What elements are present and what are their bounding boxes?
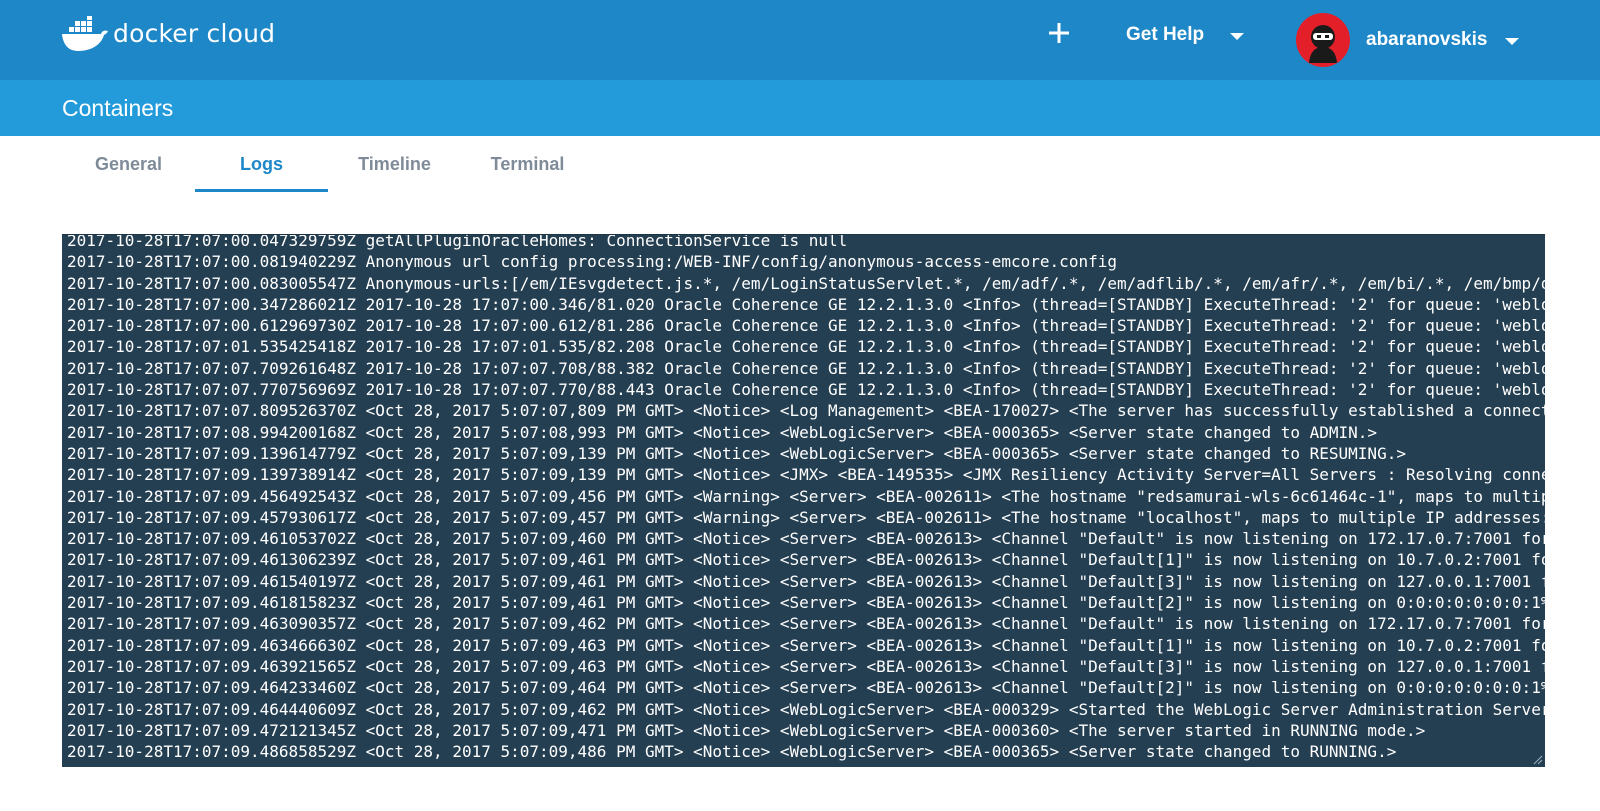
avatar [1296,13,1350,67]
log-line: 2017-10-28T17:07:09.461815823Z <Oct 28, … [67,593,1545,613]
log-line: 2017-10-28T17:07:09.461540197Z <Oct 28, … [67,571,1545,591]
log-line: 2017-10-28T17:07:08.994200168Z <Oct 28, … [67,422,1378,442]
username-label: abaranovskis [1366,29,1488,50]
log-line: 2017-10-28T17:07:07.770756969Z 2017-10-2… [67,380,1545,400]
page-title: Containers [62,95,174,121]
create-button[interactable] [1046,20,1072,46]
docker-cloud-logo[interactable]: docker cloud [61,14,275,54]
log-line: 2017-10-28T17:07:09.464233460Z <Oct 28, … [67,678,1545,698]
brand-name: docker cloud [113,19,276,48]
log-line: 2017-10-28T17:07:09.461306239Z <Oct 28, … [67,550,1545,570]
chevron-down-icon [1230,32,1245,40]
log-line: 2017-10-28T17:07:09.139614779Z <Oct 28, … [67,443,1406,463]
log-line: 2017-10-28T17:07:09.139738914Z <Oct 28, … [67,465,1545,485]
user-menu[interactable]: abaranovskis [1296,13,1520,67]
docker-whale-icon [62,16,108,51]
tab-logs[interactable]: Logs [195,136,328,192]
log-line: 2017-10-28T17:07:00.047329759Z getAllPlu… [67,234,848,250]
log-line: 2017-10-28T17:07:09.457930617Z <Oct 28, … [67,507,1545,527]
tab-terminal[interactable]: Terminal [461,136,594,192]
container-tabs: General Logs Timeline Terminal [62,136,594,192]
resize-handle-icon[interactable] [1531,753,1543,765]
log-line: 2017-10-28T17:07:09.456492543Z <Oct 28, … [67,486,1545,506]
get-help-label: Get Help [1126,24,1205,45]
log-line: 2017-10-28T17:07:09.463090357Z <Oct 28, … [67,614,1545,634]
top-navbar: docker cloud Get Help abaranovskis [0,0,1600,80]
plus-icon [1049,23,1069,43]
page-header: Containers [0,80,1600,136]
log-line: 2017-10-28T17:07:09.463921565Z <Oct 28, … [67,656,1545,676]
get-help-menu[interactable]: Get Help [1126,18,1245,52]
log-line: 2017-10-28T17:07:00.083005547Z Anonymous… [67,273,1545,293]
chevron-down-icon [1505,37,1520,45]
log-line: 2017-10-28T17:07:00.081940229Z Anonymous… [67,252,1117,272]
log-line: 2017-10-28T17:07:09.464440609Z <Oct 28, … [67,699,1545,719]
log-lines: 2017-10-28T17:07:00.047329759Z getAllPlu… [67,234,1545,762]
log-line: 2017-10-28T17:07:09.486858529Z <Oct 28, … [67,742,1397,762]
tab-general[interactable]: General [62,136,195,192]
log-console[interactable]: 2017-10-28T17:07:00.047329759Z getAllPlu… [62,234,1545,767]
tab-timeline[interactable]: Timeline [328,136,461,192]
log-line: 2017-10-28T17:07:00.612969730Z 2017-10-2… [67,316,1545,336]
log-line: 2017-10-28T17:07:00.347286021Z 2017-10-2… [67,294,1545,314]
log-line: 2017-10-28T17:07:09.461053702Z <Oct 28, … [67,529,1545,549]
log-line: 2017-10-28T17:07:09.472121345Z <Oct 28, … [67,720,1426,740]
log-line: 2017-10-28T17:07:07.709261648Z 2017-10-2… [67,358,1545,378]
log-line: 2017-10-28T17:07:01.535425418Z 2017-10-2… [67,337,1545,357]
log-line: 2017-10-28T17:07:07.809526370Z <Oct 28, … [67,401,1545,421]
log-line: 2017-10-28T17:07:09.463466630Z <Oct 28, … [67,635,1545,655]
